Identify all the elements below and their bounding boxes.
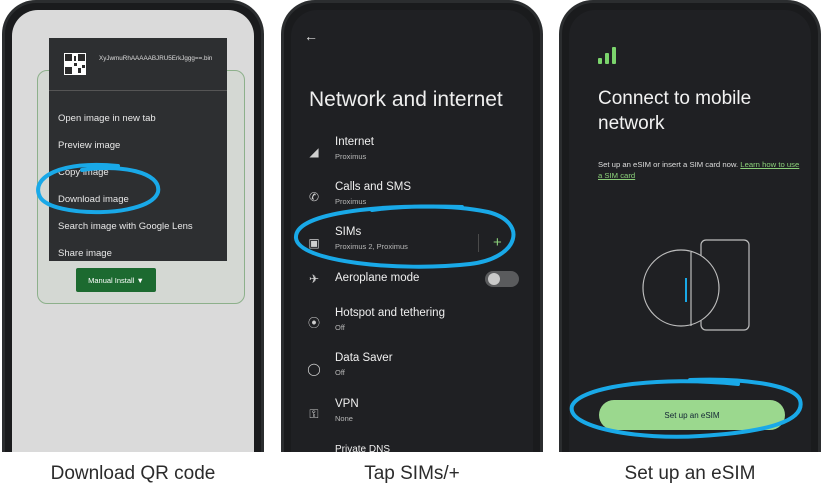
row-internet-title[interactable]: Internet <box>335 136 374 148</box>
signal-bars-icon <box>598 44 618 64</box>
row-private-dns-title[interactable]: Private DNS <box>335 444 390 452</box>
esim-illustration <box>642 239 750 331</box>
row-internet-subtitle: Proximus <box>335 152 367 161</box>
caption-setup-esim: Set up an eSIM <box>624 463 756 484</box>
hotspot-icon: ⦿ <box>307 316 320 330</box>
manual-install-button[interactable]: Manual Install ▼ <box>76 268 156 292</box>
phone-download-qr: Manual Install ▼ XyJwmuRhAAAAABJRU5ErkJg… <box>2 0 264 452</box>
caption-download-qr: Download QR code <box>50 463 216 484</box>
esim-body-text: Set up an eSIM or insert a SIM card now. <box>598 160 739 169</box>
back-arrow-icon[interactable]: ← <box>304 28 318 44</box>
row-aeroplane-title[interactable]: Aeroplane mode <box>335 272 419 284</box>
caption-tap-sims: Tap SIMs/+ <box>364 463 460 484</box>
qr-code-thumbnail <box>64 53 86 75</box>
menu-item-download-image[interactable]: Download image <box>58 194 129 205</box>
add-sim-button[interactable]: + <box>493 234 502 251</box>
aeroplane-icon: ✈ <box>308 272 320 286</box>
row-datasaver-subtitle: Off <box>335 368 345 377</box>
row-hotspot-title[interactable]: Hotspot and tethering <box>335 307 445 319</box>
menu-item-google-lens[interactable]: Search image with Google Lens <box>58 221 193 232</box>
row-sims-title[interactable]: SIMs <box>335 226 361 238</box>
menu-item-share-image[interactable]: Share image <box>58 248 112 259</box>
phone-esim-setup: Connect to mobile network Set up an eSIM… <box>559 0 821 452</box>
page-title: Connect to mobile network <box>598 88 752 134</box>
menu-item-open-new-tab[interactable]: Open image in new tab <box>58 113 156 124</box>
context-menu-header: XyJwmuRhAAAAABJRU5ErkJggg==.bin <box>49 38 227 91</box>
row-calls-title[interactable]: Calls and SMS <box>335 181 411 193</box>
settings-screen: ← Network and internet ◢ Internet Proxim… <box>291 10 533 452</box>
row-sims-subtitle: Proximus 2, Proximus <box>335 242 408 251</box>
menu-item-preview-image[interactable]: Preview image <box>58 140 120 151</box>
setup-esim-button[interactable]: Set up an eSIM <box>599 400 785 430</box>
vpn-key-icon: ⚿ <box>309 407 319 421</box>
aeroplane-toggle[interactable] <box>485 271 519 287</box>
data-saver-icon: ◯ <box>307 362 321 376</box>
esim-instructions: Set up an eSIM or insert a SIM card now.… <box>598 159 803 181</box>
page-title: Network and internet <box>309 88 503 111</box>
row-datasaver-title[interactable]: Data Saver <box>335 352 393 364</box>
signal-icon: ◢ <box>309 145 319 159</box>
phone-network-settings: ← Network and internet ◢ Internet Proxim… <box>281 0 543 452</box>
row-vpn-title[interactable]: VPN <box>335 398 359 410</box>
menu-item-copy-image[interactable]: Copy image <box>58 167 109 178</box>
esim-screen: Connect to mobile network Set up an eSIM… <box>569 10 811 452</box>
browser-screen: Manual Install ▼ XyJwmuRhAAAAABJRU5ErkJg… <box>12 10 254 452</box>
row-vpn-subtitle: None <box>335 414 353 423</box>
phone-sms-icon: ✆ <box>308 190 320 204</box>
image-file-name: XyJwmuRhAAAAABJRU5ErkJggg==.bin <box>99 55 213 62</box>
image-context-menu: XyJwmuRhAAAAABJRU5ErkJggg==.bin Open ima… <box>49 38 227 261</box>
sim-card-icon: ▣ <box>308 236 320 250</box>
row-hotspot-subtitle: Off <box>335 323 345 332</box>
row-calls-subtitle: Proximus <box>335 197 367 206</box>
divider <box>478 234 479 252</box>
